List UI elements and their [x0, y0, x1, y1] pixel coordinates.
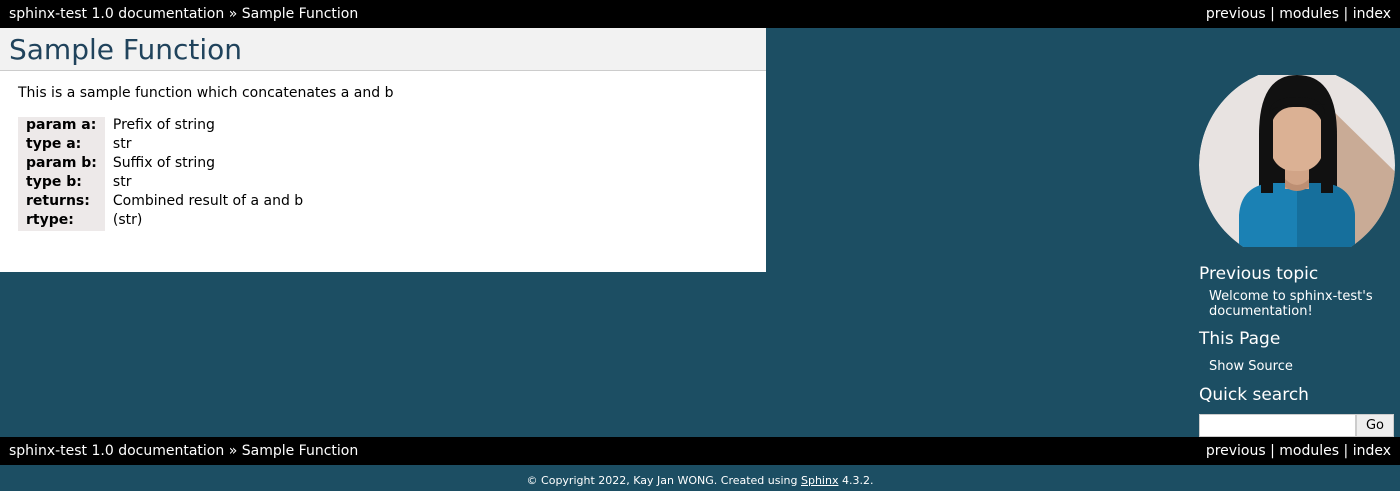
- field-value: Prefix of string: [112, 117, 215, 133]
- breadcrumb: sphinx-test 1.0 documentation » Sample F…: [9, 443, 358, 459]
- show-source-link[interactable]: Show Source: [1209, 359, 1389, 374]
- field-name: type b:: [18, 174, 105, 193]
- nav-divider: |: [1270, 6, 1275, 22]
- related-nav: previous | modules | index: [1206, 443, 1391, 459]
- field-name: param a:: [18, 117, 105, 136]
- field-row: param a: Prefix of string: [18, 117, 303, 136]
- field-row: type a: str: [18, 136, 303, 155]
- search-input[interactable]: [1199, 414, 1356, 437]
- field-value: str: [112, 136, 132, 152]
- page-title: Sample Function: [9, 33, 242, 66]
- breadcrumb-separator: »: [228, 6, 238, 22]
- copyright-text: © Copyright 2022, Kay Jan WONG. Created …: [526, 474, 801, 487]
- field-row: param b: Suffix of string: [18, 155, 303, 174]
- breadcrumb: sphinx-test 1.0 documentation » Sample F…: [9, 6, 358, 22]
- field-value: (str): [112, 212, 143, 228]
- sidebar: Previous topic Welcome to sphinx-test's …: [1199, 28, 1395, 437]
- nav-divider: |: [1343, 6, 1349, 22]
- field-row: type b: str: [18, 174, 303, 193]
- field-name: rtype:: [18, 212, 105, 231]
- nav-divider: |: [1270, 443, 1275, 459]
- person-avatar-icon: [1199, 75, 1395, 247]
- function-description: This is a sample function which concaten…: [18, 85, 394, 101]
- field-value: Combined result of a and b: [112, 193, 304, 209]
- modules-link[interactable]: modules: [1279, 6, 1339, 22]
- field-name: type a:: [18, 136, 105, 155]
- field-list: param a: Prefix of string type a: str pa…: [18, 117, 303, 231]
- bottom-relbar: sphinx-test 1.0 documentation » Sample F…: [0, 437, 1400, 465]
- related-nav: previous | modules | index: [1206, 6, 1391, 22]
- field-value: str: [112, 174, 132, 190]
- top-relbar: sphinx-test 1.0 documentation » Sample F…: [0, 0, 1400, 28]
- this-page-heading: This Page: [1199, 329, 1281, 349]
- previous-topic-link[interactable]: Welcome to sphinx-test's documentation!: [1209, 289, 1389, 319]
- search-go-button[interactable]: Go: [1356, 414, 1394, 437]
- document-body: Sample Function This is a sample functio…: [0, 28, 766, 272]
- breadcrumb-separator: »: [228, 443, 238, 459]
- previous-link[interactable]: previous: [1206, 6, 1266, 22]
- field-name: returns:: [18, 193, 105, 212]
- project-link[interactable]: sphinx-test 1.0 documentation: [9, 443, 224, 459]
- quick-search-heading: Quick search: [1199, 385, 1309, 405]
- field-row: rtype: (str): [18, 212, 303, 231]
- index-link[interactable]: index: [1353, 6, 1391, 22]
- modules-link[interactable]: modules: [1279, 443, 1339, 459]
- current-page-link[interactable]: Sample Function: [242, 443, 359, 459]
- nav-divider: |: [1343, 443, 1349, 459]
- sphinx-link[interactable]: Sphinx: [801, 474, 838, 487]
- sphinx-version: 4.3.2.: [838, 474, 874, 487]
- title-bar: Sample Function: [0, 28, 766, 71]
- field-value: Suffix of string: [112, 155, 216, 171]
- index-link[interactable]: index: [1353, 443, 1391, 459]
- current-page-link[interactable]: Sample Function: [242, 6, 359, 22]
- field-name: param b:: [18, 155, 105, 174]
- project-link[interactable]: sphinx-test 1.0 documentation: [9, 6, 224, 22]
- previous-link[interactable]: previous: [1206, 443, 1266, 459]
- footer: © Copyright 2022, Kay Jan WONG. Created …: [0, 465, 1400, 487]
- previous-topic-heading: Previous topic: [1199, 264, 1319, 284]
- field-row: returns: Combined result of a and b: [18, 193, 303, 212]
